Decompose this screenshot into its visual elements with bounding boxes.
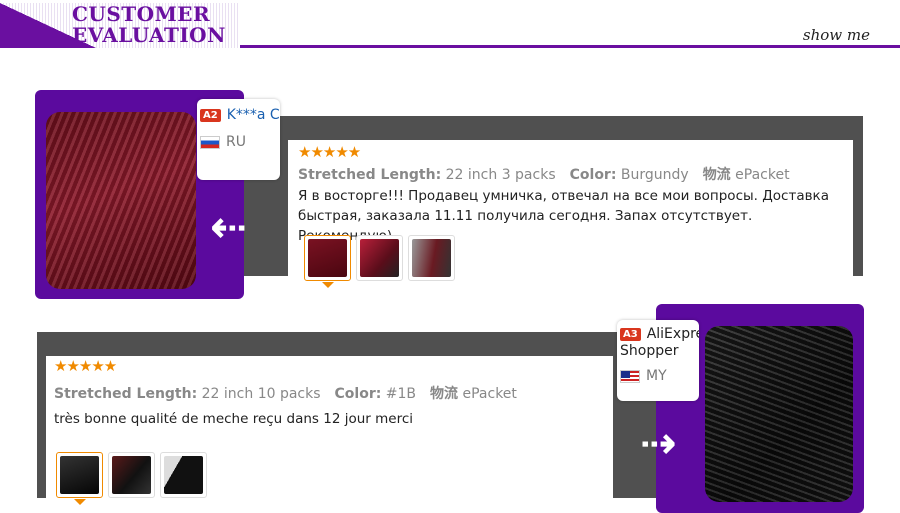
review-1-attributes: Stretched Length: 22 inch 3 packs Color: … xyxy=(298,164,853,184)
color-label: Color: xyxy=(569,167,617,183)
rating-stars: ★★★★★ xyxy=(54,357,117,375)
review-2-user-card: A3 AliExpre Shopper MY xyxy=(617,320,699,401)
review-1-thumbnails xyxy=(304,235,455,288)
review-2-thumbnails xyxy=(56,452,207,505)
page-title: CUSTOMER EVALUATION xyxy=(72,4,226,46)
review-1-product-photo[interactable] xyxy=(46,112,196,289)
shipping-value: ePacket xyxy=(462,386,517,402)
thumbnail-1[interactable] xyxy=(304,235,351,288)
title-line-1: CUSTOMER xyxy=(72,2,211,26)
thumbnail-2[interactable] xyxy=(356,235,403,281)
review-text: très bonne qualité de meche reçu dans 12… xyxy=(54,411,414,427)
review-2-card: ★★★★★ Stretched Length: 22 inch 10 packs… xyxy=(46,356,613,505)
thumbnail-1[interactable] xyxy=(56,452,103,505)
length-value: 22 inch 10 packs xyxy=(201,386,321,402)
right-arrow-icon: ⇢ xyxy=(640,418,677,469)
length-label: Stretched Length: xyxy=(54,386,198,402)
length-label: Stretched Length: xyxy=(298,167,442,183)
shipping-value: ePacket xyxy=(735,167,790,183)
rating-stars: ★★★★★ xyxy=(298,143,361,161)
user-level-badge: A3 xyxy=(620,327,641,341)
title-line-2: EVALUATION xyxy=(72,23,226,47)
left-arrow-icon: ⇠ xyxy=(210,202,247,253)
color-value: Burgundy xyxy=(620,167,689,183)
review-2-attributes: Stretched Length: 22 inch 10 packs Color:… xyxy=(54,383,613,403)
malaysia-flag-icon xyxy=(620,369,640,383)
color-value: #1B xyxy=(385,386,417,402)
shipping-label: 物流 xyxy=(430,386,459,402)
user-name[interactable]: K***a C xyxy=(227,107,280,123)
show-me-link[interactable]: show me xyxy=(803,26,870,44)
header-divider xyxy=(240,45,900,48)
length-value: 22 inch 3 packs xyxy=(445,167,556,183)
user-country: RU xyxy=(226,134,246,150)
russia-flag-icon xyxy=(200,135,220,149)
thumbnail-3[interactable] xyxy=(408,235,455,281)
thumbnail-3[interactable] xyxy=(160,452,207,498)
review-2-product-photo[interactable] xyxy=(705,326,853,502)
color-label: Color: xyxy=(334,386,382,402)
user-name-line-2: Shopper xyxy=(620,343,679,359)
shipping-label: 物流 xyxy=(702,167,731,183)
user-name[interactable]: AliExpre xyxy=(647,326,699,342)
user-level-badge: A2 xyxy=(200,108,221,122)
review-1-card: ★★★★★ Stretched Length: 22 inch 3 packs C… xyxy=(288,140,853,288)
thumbnail-2[interactable] xyxy=(108,452,155,498)
header-banner: CUSTOMER EVALUATION show me xyxy=(0,0,900,50)
user-country: MY xyxy=(646,368,667,384)
review-1-user-card: A2 K***a C RU xyxy=(197,99,280,180)
